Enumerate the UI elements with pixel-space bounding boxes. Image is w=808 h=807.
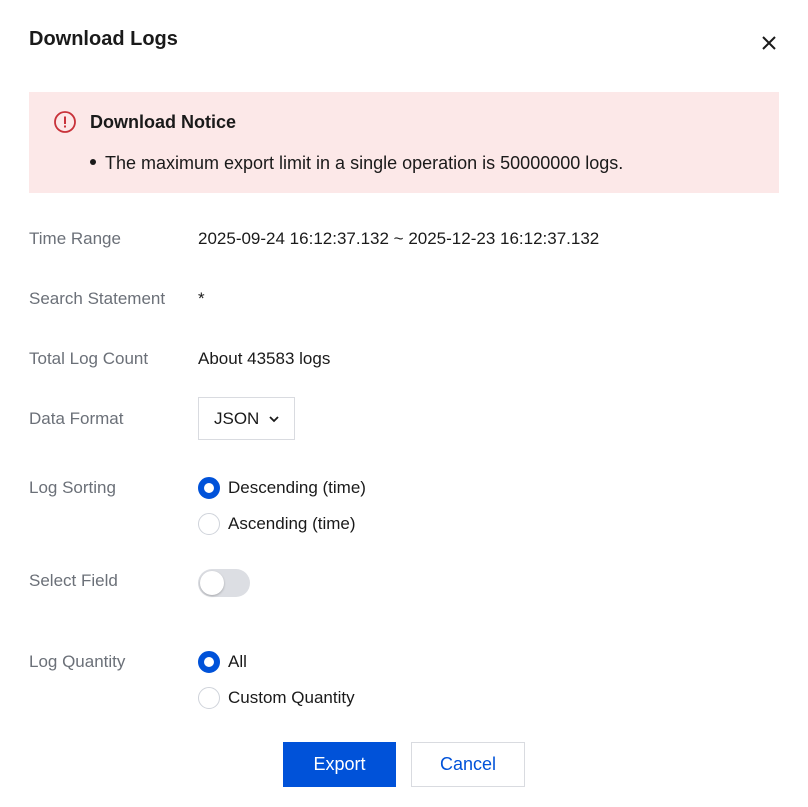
total-log-count-label: Total Log Count: [29, 349, 149, 368]
radio-custom-quantity[interactable]: Custom Quantity: [198, 687, 355, 709]
radio-all[interactable]: All: [198, 651, 247, 673]
radio-button[interactable]: [198, 513, 220, 535]
close-button[interactable]: [758, 32, 780, 54]
bullet-dot: [90, 159, 96, 166]
time-range-value: 2025-09-24 16:12:37.132 ~ 2025-12-23 16:…: [198, 229, 600, 248]
radio-ascending-time[interactable]: Ascending (time): [198, 513, 356, 535]
dialog-title: Download Logs: [29, 28, 178, 50]
radio-button-checked[interactable]: [198, 651, 220, 673]
data-format-selected-value: JSON: [214, 408, 260, 428]
select-field-toggle[interactable]: [198, 569, 250, 597]
data-format-label: Data Format: [29, 409, 124, 428]
radio-label: Descending (time): [228, 478, 366, 497]
radio-label: Ascending (time): [228, 514, 356, 533]
download-notice-banner: Download Notice The maximum export limit…: [29, 92, 779, 193]
error-circle-icon: [54, 111, 76, 133]
notice-title: Download Notice: [90, 112, 237, 132]
log-sorting-label: Log Sorting: [29, 478, 116, 497]
chevron-down-icon: [268, 413, 280, 425]
download-logs-dialog: Download Logs Download Notice The maximu…: [0, 0, 808, 807]
search-statement-value: *: [198, 289, 205, 308]
radio-descending-time[interactable]: Descending (time): [198, 477, 366, 499]
search-statement-label: Search Statement: [29, 289, 166, 308]
time-range-label: Time Range: [29, 229, 121, 248]
toggle-knob: [200, 571, 224, 595]
radio-label: All: [228, 652, 247, 671]
select-field-label: Select Field: [29, 571, 118, 590]
export-button[interactable]: Export: [283, 742, 396, 787]
notice-item: The maximum export limit in a single ope…: [90, 153, 623, 174]
cancel-button[interactable]: Cancel: [411, 742, 525, 787]
log-quantity-label: Log Quantity: [29, 652, 126, 671]
close-icon: [762, 36, 776, 50]
data-format-select[interactable]: JSON: [198, 397, 295, 440]
total-log-count-value: About 43583 logs: [198, 349, 331, 368]
radio-button[interactable]: [198, 687, 220, 709]
radio-button-checked[interactable]: [198, 477, 220, 499]
notice-item-text: The maximum export limit in a single ope…: [105, 153, 624, 173]
radio-label: Custom Quantity: [228, 688, 355, 707]
